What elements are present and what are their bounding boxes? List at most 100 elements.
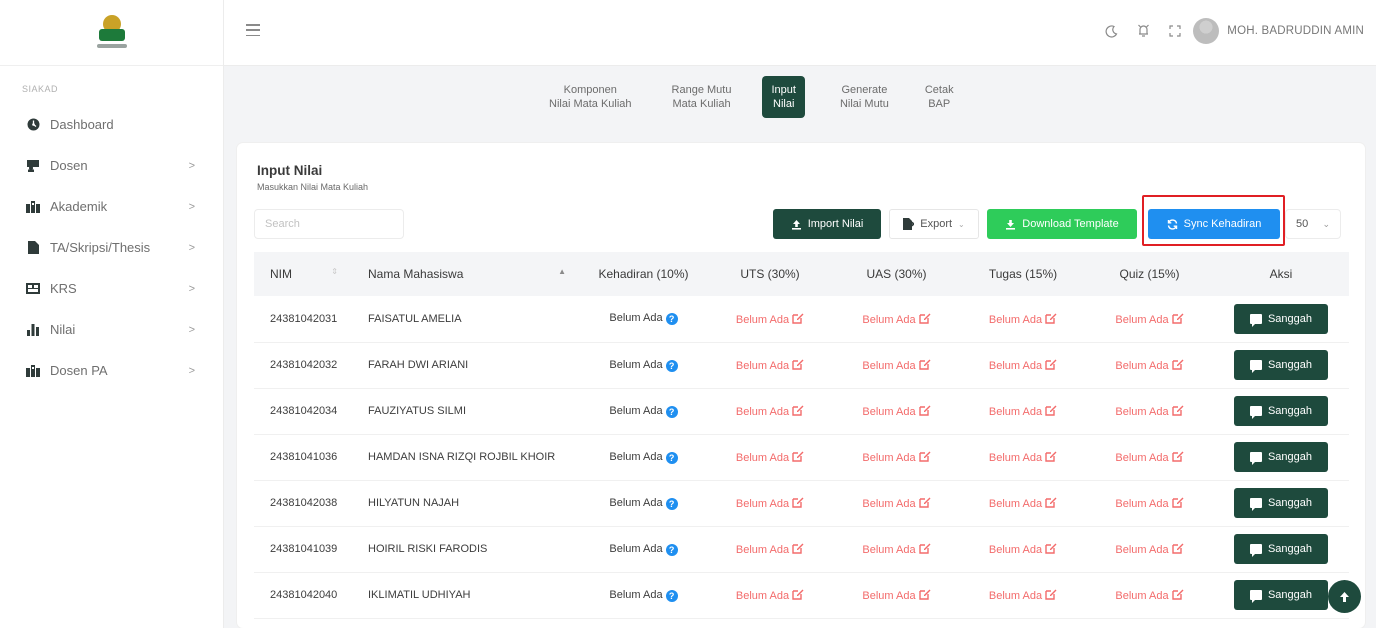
sidebar-item-akademik[interactable]: Akademik > [0,186,223,227]
cell-uas[interactable]: Belum Ada [833,526,960,573]
col-header-nama[interactable]: Nama Mahasiswa ▲ [352,252,580,296]
fullscreen-icon[interactable] [1167,23,1183,39]
search-input[interactable] [254,209,404,239]
cell-uas[interactable]: Belum Ada [833,342,960,389]
edit-icon[interactable] [792,496,804,508]
edit-icon[interactable] [1045,404,1057,416]
hamburger-menu-icon[interactable] [246,24,260,36]
user-name[interactable]: MOH. BADRUDDIN AMIN [1227,25,1364,37]
edit-icon[interactable] [792,358,804,370]
sanggah-button[interactable]: Sanggah [1234,534,1328,564]
cell-tugas[interactable]: Belum Ada [960,526,1086,573]
cell-uas[interactable]: Belum Ada [833,434,960,481]
help-icon[interactable]: ? [665,359,678,372]
sanggah-button[interactable]: Sanggah [1234,488,1328,518]
cell-uas[interactable]: Belum Ada [833,296,960,343]
cell-quiz[interactable]: Belum Ada [1086,388,1213,435]
edit-icon[interactable] [1171,358,1184,370]
export-dropdown[interactable]: Export ⌄ [889,209,979,239]
cell-uts[interactable]: Belum Ada [707,526,833,573]
help-icon[interactable]: ? [665,543,678,556]
edit-icon[interactable] [918,542,931,554]
cell-tugas[interactable]: Belum Ada [960,480,1086,527]
sanggah-button[interactable]: Sanggah [1234,396,1328,426]
tab-komponen-nilai[interactable]: Komponen Nilai Mata Kuliah [540,76,641,118]
cell-tugas[interactable]: Belum Ada [960,388,1086,435]
help-icon[interactable]: ? [665,451,678,464]
edit-icon[interactable] [918,404,931,416]
sidebar-item-dosen[interactable]: Dosen > [0,145,223,186]
moon-icon[interactable] [1103,23,1119,39]
cell-uts[interactable]: Belum Ada [707,296,833,343]
help-icon[interactable]: ? [665,313,678,326]
avatar[interactable] [1193,18,1220,44]
edit-icon[interactable] [1045,358,1057,370]
cell-uts[interactable]: Belum Ada [707,388,833,435]
import-nilai-button[interactable]: Import Nilai [773,209,881,239]
edit-icon[interactable] [918,496,931,508]
cell-tugas[interactable]: Belum Ada [960,572,1086,619]
sidebar-item-nilai[interactable]: Nilai > [0,309,223,350]
edit-icon[interactable] [1045,496,1057,508]
help-icon[interactable]: ? [665,497,678,510]
cell-quiz[interactable]: Belum Ada [1086,434,1213,481]
tab-cetak-bap[interactable]: Cetak BAP [916,76,963,118]
cell-tugas[interactable]: Belum Ada [960,296,1086,343]
help-icon[interactable]: ? [665,589,678,602]
tab-range-mutu[interactable]: Range Mutu Mata Kuliah [663,76,741,118]
cell-quiz[interactable]: Belum Ada [1086,342,1213,389]
sanggah-button[interactable]: Sanggah [1234,580,1328,610]
edit-icon[interactable] [1171,496,1184,508]
sidebar-item-krs[interactable]: KRS > [0,268,223,309]
edit-icon[interactable] [792,450,804,462]
edit-icon[interactable] [918,312,931,324]
edit-icon[interactable] [1171,542,1184,554]
cell-uas[interactable]: Belum Ada [833,388,960,435]
edit-icon[interactable] [918,358,931,370]
edit-icon[interactable] [1171,588,1184,600]
edit-icon[interactable] [1045,312,1057,324]
edit-icon[interactable] [1045,450,1057,462]
edit-icon[interactable] [1045,542,1057,554]
cell-quiz[interactable]: Belum Ada [1086,526,1213,573]
edit-icon[interactable] [918,588,931,600]
sanggah-button[interactable]: Sanggah [1234,442,1328,472]
cell-uts[interactable]: Belum Ada [707,572,833,619]
edit-icon[interactable] [792,404,804,416]
cell-aksi: Sanggah [1213,296,1349,343]
cell-quiz[interactable]: Belum Ada [1086,480,1213,527]
sidebar-item-dashboard[interactable]: Dashboard [0,104,223,145]
per-page-select[interactable]: 50 ⌄ [1285,209,1341,239]
sanggah-button[interactable]: Sanggah [1234,303,1328,334]
edit-icon[interactable] [792,588,804,600]
bell-icon[interactable] [1135,23,1151,39]
cell-tugas[interactable]: Belum Ada [960,434,1086,481]
sidebar-item-skripsi[interactable]: TA/Skripsi/Thesis > [0,227,223,268]
cell-uas[interactable]: Belum Ada [833,480,960,527]
help-icon[interactable]: ? [665,405,678,418]
cell-uts[interactable]: Belum Ada [707,434,833,481]
cell-value: Belum Ada [988,590,1043,602]
edit-icon[interactable] [918,450,931,462]
cell-quiz[interactable]: Belum Ada [1086,572,1213,619]
tab-generate-nilai-mutu[interactable]: Generate Nilai Mutu [831,76,898,118]
cell-tugas[interactable]: Belum Ada [960,342,1086,389]
tab-input-nilai[interactable]: Input Nilai [762,76,805,118]
edit-icon[interactable] [1171,404,1184,416]
edit-icon[interactable] [1171,312,1184,324]
cell-uts[interactable]: Belum Ada [707,342,833,389]
cell-quiz[interactable]: Belum Ada [1086,296,1213,343]
download-template-button[interactable]: Download Template [987,209,1137,239]
edit-icon[interactable] [792,542,804,554]
scroll-to-top-button[interactable] [1328,580,1361,613]
edit-icon[interactable] [1171,450,1184,462]
logo-area[interactable] [0,0,223,66]
edit-icon[interactable] [792,312,804,324]
sanggah-button[interactable]: Sanggah [1234,350,1328,380]
cell-uts[interactable]: Belum Ada [707,480,833,527]
sidebar-item-dosen-pa[interactable]: Dosen PA > [0,350,223,391]
col-header-nim[interactable]: NIM ⇕ [254,252,352,296]
edit-icon[interactable] [1045,588,1057,600]
sync-kehadiran-button[interactable]: Sync Kehadiran [1148,209,1280,239]
cell-uas[interactable]: Belum Ada [833,572,960,619]
